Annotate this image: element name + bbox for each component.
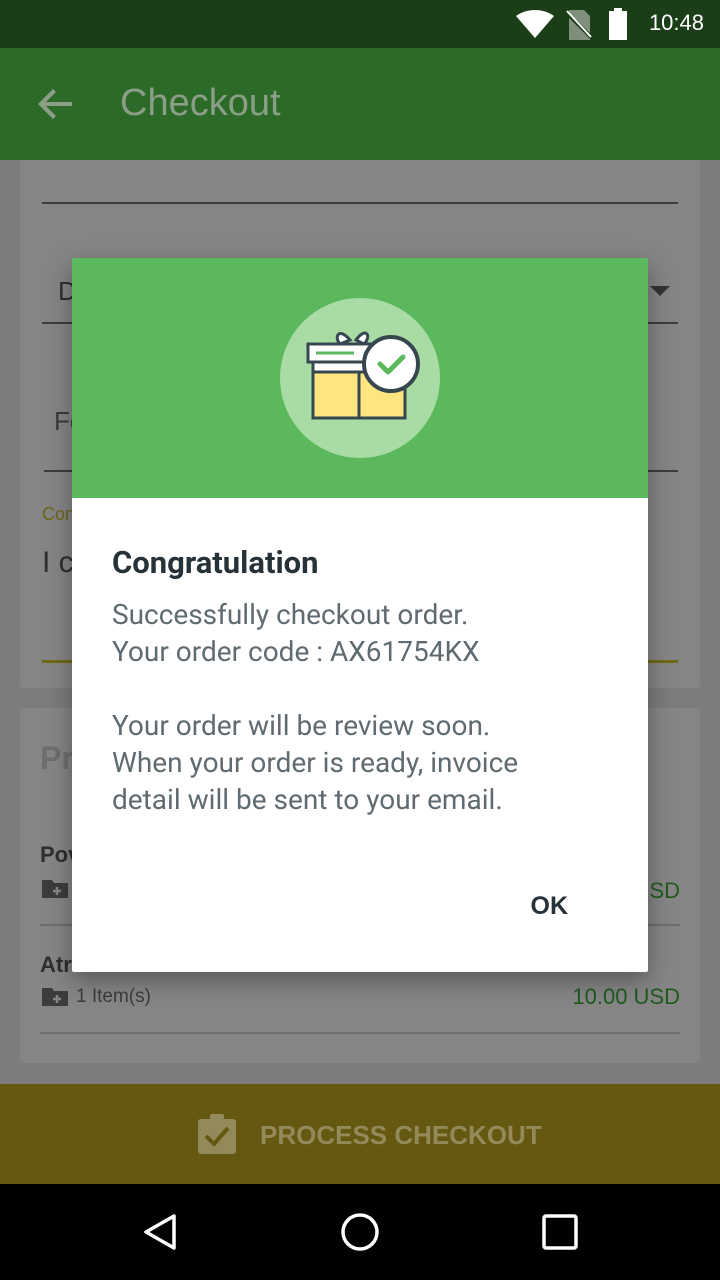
dialog-title: Congratulation	[112, 544, 319, 581]
dialog-header	[72, 258, 648, 498]
field-underline	[42, 202, 678, 204]
back-arrow-icon[interactable]	[38, 86, 74, 122]
battery-icon	[609, 8, 627, 40]
no-sim-icon	[566, 10, 592, 40]
app-bar: Checkout	[0, 48, 720, 160]
product-price: 10.00 USD	[572, 984, 680, 1009]
product-price: SD	[649, 878, 680, 903]
product-divider	[40, 1032, 680, 1034]
comment-text[interactable]: I c	[42, 546, 74, 580]
message-line: When your order is ready, invoice	[112, 746, 519, 779]
gift-check-icon	[306, 331, 420, 420]
process-checkout-label: PROCESS CHECKOUT	[260, 1120, 542, 1150]
message-line: detail will be sent to your email.	[112, 783, 503, 816]
order-success-dialog: Congratulation Successfully checkout ord…	[72, 258, 648, 972]
home-nav-icon[interactable]	[340, 1212, 380, 1252]
back-nav-icon[interactable]	[140, 1212, 180, 1252]
message-line: Your order will be review soon.	[112, 709, 491, 742]
navigation-bar	[0, 1184, 720, 1280]
gift-badge	[280, 298, 440, 458]
wifi-icon	[516, 10, 554, 38]
dialog-message: Successfully checkout order. Your order …	[112, 596, 612, 818]
ok-button[interactable]: OK	[531, 892, 569, 921]
recents-nav-icon[interactable]	[540, 1212, 580, 1252]
message-line: Successfully checkout order.	[112, 598, 469, 631]
products-header: Pr	[40, 740, 74, 776]
product-count: 1 Item(s)	[76, 986, 151, 1007]
folder-add-icon	[42, 880, 68, 898]
product-name: Atr	[40, 952, 72, 977]
page-title: Checkout	[120, 82, 281, 124]
clock: 10:48	[648, 10, 704, 35]
clipboard-check-icon	[198, 1114, 236, 1154]
folder-add-icon	[42, 988, 68, 1006]
order-code-line: Your order code : AX61754KX	[112, 635, 480, 668]
comment-label: Con	[42, 504, 76, 524]
process-checkout-button[interactable]: PROCESS CHECKOUT	[0, 1084, 720, 1184]
dropdown-arrow-icon[interactable]	[650, 286, 670, 296]
status-bar: 10:48	[0, 0, 720, 48]
